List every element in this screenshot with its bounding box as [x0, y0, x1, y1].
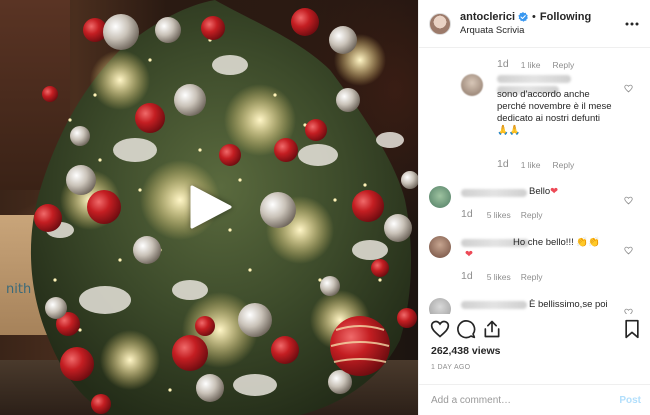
- comment-emoji: 🙏🙏: [497, 125, 521, 136]
- commenter-avatar[interactable]: [429, 298, 451, 314]
- commenter-username-blurred[interactable]: [461, 301, 527, 309]
- play-button[interactable]: [188, 185, 232, 229]
- comment-time[interactable]: 1d: [497, 158, 509, 170]
- comment-text: È bellissimo,se poi: [529, 299, 608, 310]
- comment-reply-button[interactable]: Reply: [553, 160, 575, 170]
- commenter-username-blurred[interactable]: [497, 75, 571, 83]
- comment-time[interactable]: 1d: [497, 58, 509, 70]
- post-date: 1 DAY AGO: [431, 364, 471, 371]
- like-button[interactable]: [429, 318, 451, 340]
- list-item: Ho che bello!!! 👏👏: [513, 237, 623, 249]
- post-actions: [429, 318, 643, 344]
- comment-reply-button[interactable]: Reply: [521, 272, 543, 282]
- more-options-icon: [625, 22, 639, 25]
- commenter-username-blurred[interactable]: [461, 189, 527, 197]
- comment-meta: 1d 1 like Reply: [497, 58, 574, 70]
- heart-outline-icon: [624, 196, 633, 205]
- author-line: antoclerici • Following: [460, 10, 624, 24]
- post-sidebar: antoclerici • Following Arquata Scrivia …: [418, 0, 650, 415]
- comment-text: Bello: [529, 186, 551, 197]
- comment-reply-button[interactable]: Reply: [553, 60, 575, 70]
- save-button[interactable]: [621, 318, 643, 340]
- comment-like-button[interactable]: [624, 242, 635, 255]
- following-button[interactable]: Following: [540, 10, 591, 24]
- share-icon: [484, 320, 500, 338]
- author-username[interactable]: antoclerici: [460, 10, 515, 24]
- comment-likes[interactable]: 1 like: [521, 160, 541, 170]
- add-comment-input[interactable]: [431, 394, 620, 406]
- list-item: Bello❤: [529, 186, 558, 198]
- heart-outline-icon: [624, 246, 633, 255]
- comment-like-button[interactable]: [624, 192, 635, 205]
- play-icon: [190, 185, 232, 229]
- comment-text: Ho che bello!!!: [513, 237, 574, 248]
- heart-emoji: ❤: [465, 249, 473, 260]
- heart-icon: [430, 320, 450, 338]
- comment-meta: 1d 5 likes Reply: [461, 208, 543, 220]
- clap-emoji: 👏👏: [576, 237, 601, 248]
- verified-badge-icon: [518, 11, 528, 22]
- comment-time[interactable]: 1d: [461, 270, 473, 282]
- comment-like-button[interactable]: [624, 304, 635, 314]
- header-separator: •: [532, 10, 536, 23]
- comment-meta: 1d 1 like Reply: [497, 158, 574, 170]
- commenter-avatar[interactable]: [429, 236, 451, 258]
- post-location[interactable]: Arquata Scrivia: [460, 24, 624, 38]
- more-options-button[interactable]: [624, 16, 640, 32]
- list-item: È bellissimo,se poi: [529, 299, 608, 311]
- comment-likes[interactable]: 5 likes: [487, 210, 511, 220]
- view-count[interactable]: 262,438 views: [431, 345, 500, 357]
- commenter-avatar[interactable]: [429, 186, 451, 208]
- post-media[interactable]: nith: [0, 0, 418, 415]
- comment-icon: [457, 320, 476, 339]
- author-avatar[interactable]: [429, 12, 451, 35]
- post-header: antoclerici • Following Arquata Scrivia: [419, 0, 650, 48]
- post-comment-button[interactable]: Post: [619, 395, 641, 406]
- add-comment-bar: Post: [419, 384, 650, 415]
- bookmark-icon: [625, 319, 639, 339]
- comment-like-button[interactable]: [624, 80, 635, 93]
- comment-meta: 1d 5 likes Reply: [461, 270, 543, 282]
- heart-emoji: ❤: [550, 186, 559, 197]
- commenter-avatar[interactable]: [461, 74, 483, 96]
- comment-time[interactable]: 1d: [461, 208, 473, 220]
- heart-outline-icon: [624, 84, 633, 93]
- comment-likes[interactable]: 5 likes: [487, 272, 511, 282]
- comments-list[interactable]: 1d 1 like Reply sono d'accordo anche per…: [419, 48, 650, 314]
- comment-text: sono d'accordo anche perché novembre è i…: [497, 89, 612, 124]
- comment-reply-button[interactable]: Reply: [521, 210, 543, 220]
- comment-button[interactable]: [455, 318, 477, 340]
- list-item: sono d'accordo anche perché novembre è i…: [497, 89, 617, 137]
- share-button[interactable]: [481, 318, 503, 340]
- comment-likes[interactable]: 1 like: [521, 60, 541, 70]
- heart-outline-icon: [624, 308, 633, 314]
- author-info: antoclerici • Following Arquata Scrivia: [460, 10, 624, 38]
